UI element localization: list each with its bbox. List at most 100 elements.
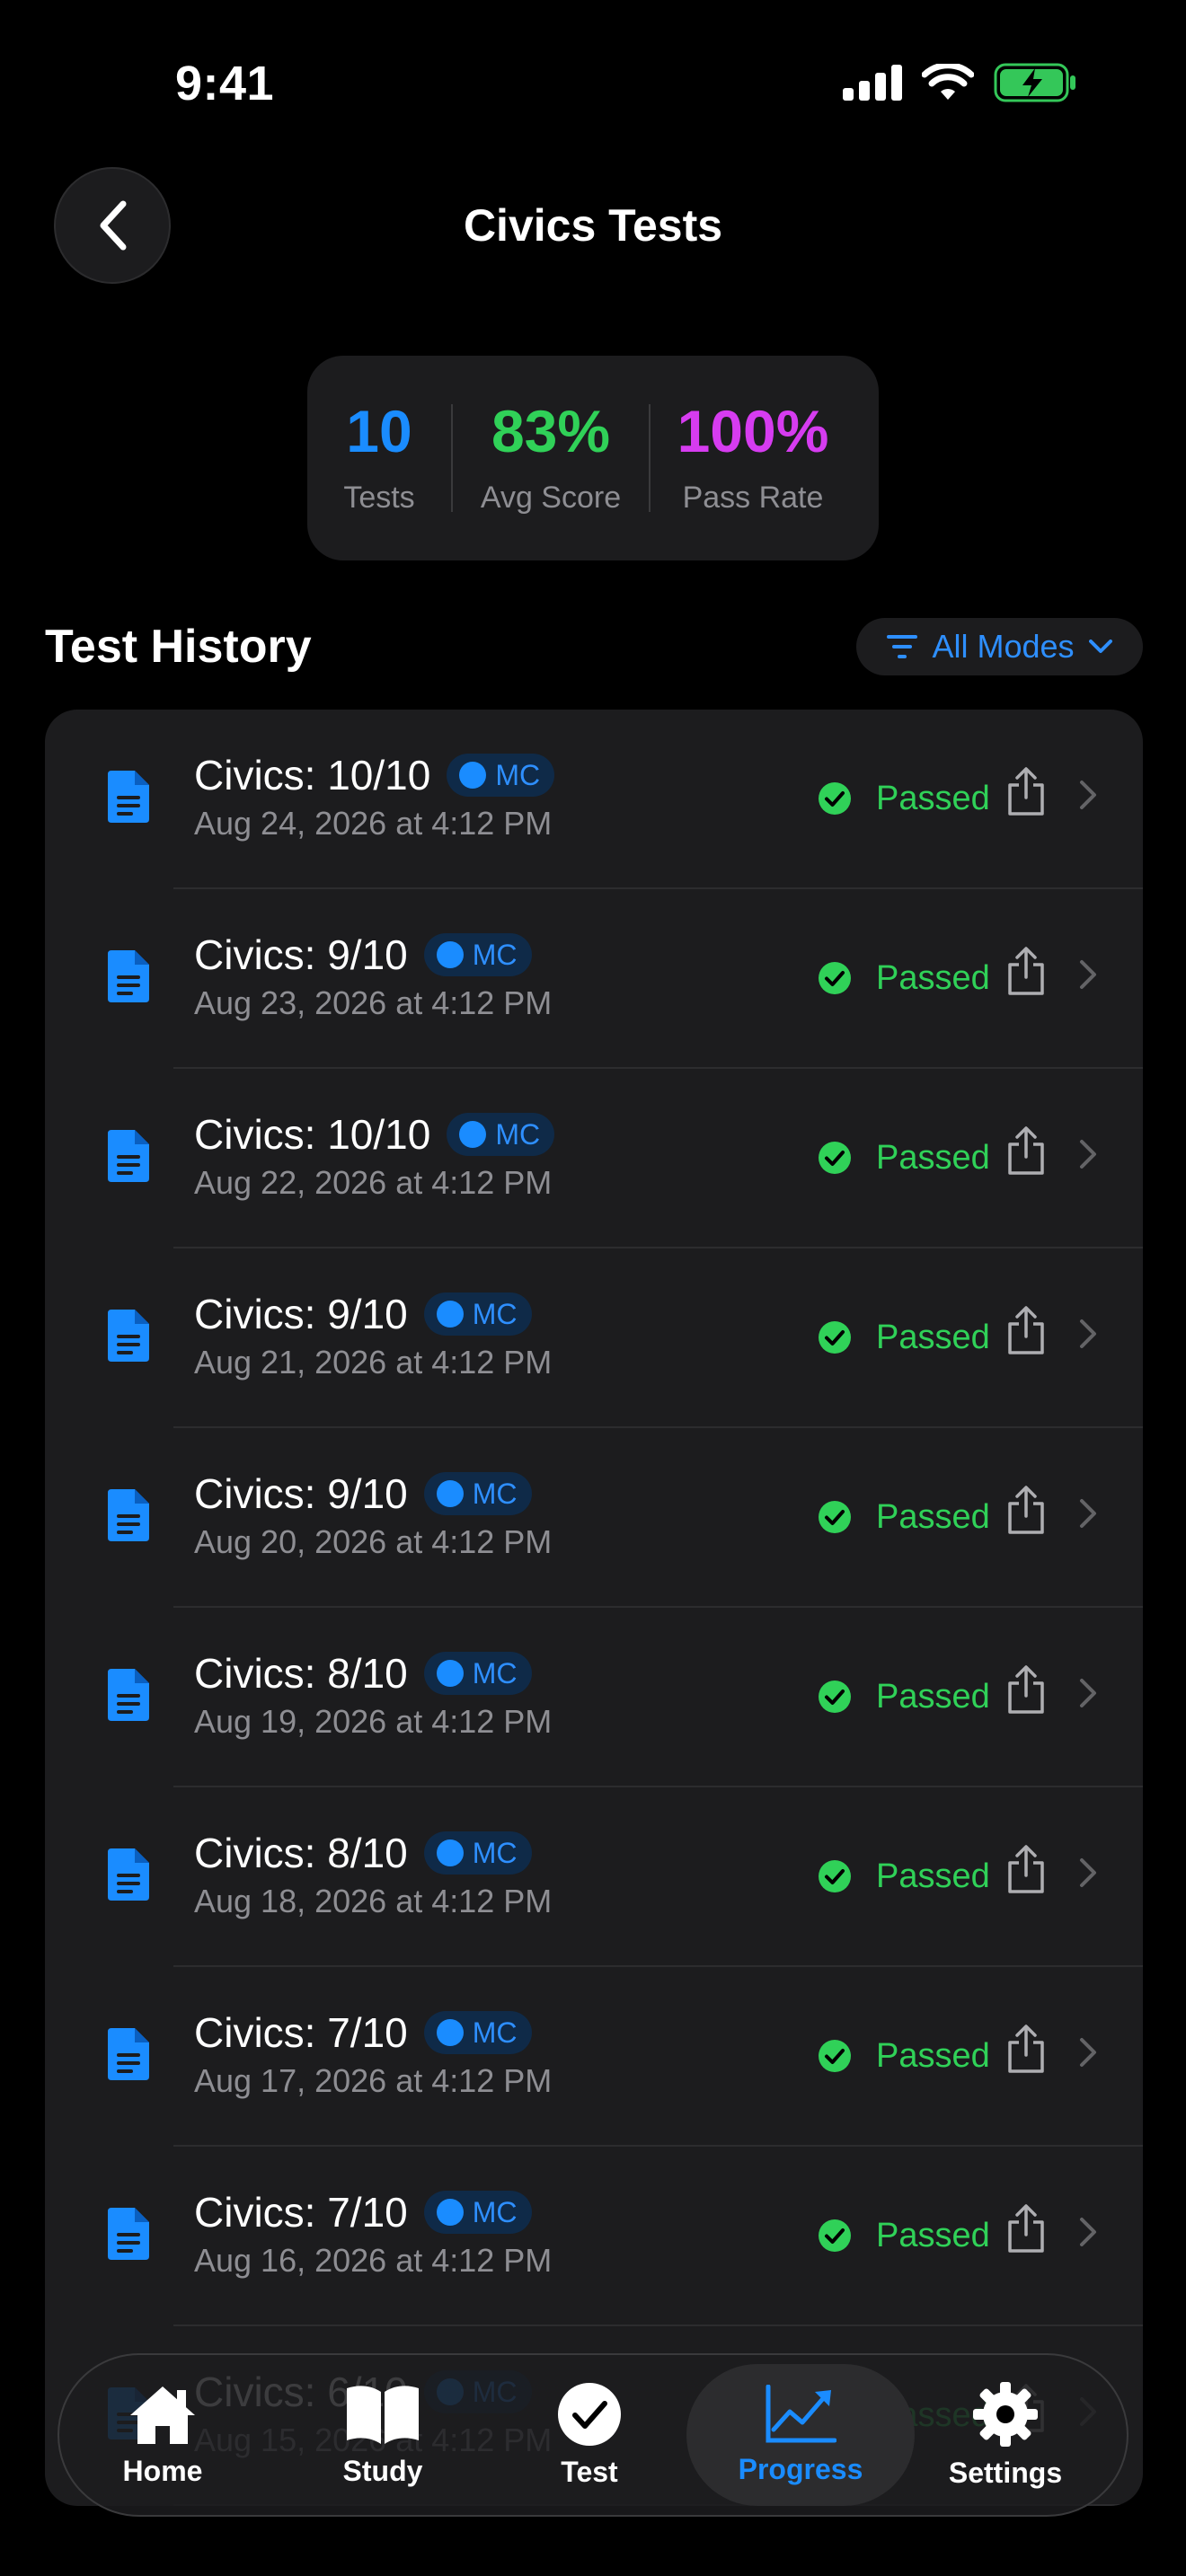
- history-row[interactable]: Civics: 9/10 MC Aug 23, 2026 at 4:12 PM …: [45, 889, 1143, 1069]
- mode-dot-icon: [436, 2019, 464, 2046]
- checkmark-circle-icon: [819, 1860, 851, 1892]
- stat-label: Tests: [343, 480, 415, 515]
- share-icon[interactable]: [1006, 1665, 1046, 1716]
- row-title: Civics: 7/10: [194, 2009, 408, 2056]
- document-icon: [108, 2028, 149, 2080]
- row-title-line: Civics: 9/10 MC: [194, 1290, 532, 1338]
- checkmark-circle-icon: [819, 1321, 851, 1354]
- chevron-right-icon: [1080, 1679, 1096, 1707]
- row-date: Aug 18, 2026 at 4:12 PM: [194, 1883, 553, 1919]
- share-icon[interactable]: [1006, 1126, 1046, 1177]
- row-title-line: Civics: 7/10 MC: [194, 2008, 532, 2057]
- history-row[interactable]: Civics: 9/10 MC Aug 21, 2026 at 4:12 PM …: [45, 1248, 1143, 1428]
- stat-avg-score: 83% Avg Score: [453, 356, 649, 560]
- share-icon[interactable]: [1006, 2204, 1046, 2254]
- row-date: Aug 22, 2026 at 4:12 PM: [194, 1164, 553, 1201]
- history-row[interactable]: Civics: 9/10 MC Aug 20, 2026 at 4:12 PM …: [45, 1428, 1143, 1608]
- stat-label: Avg Score: [480, 480, 622, 515]
- checkmark-circle-icon: [819, 1501, 851, 1533]
- row-status: Passed: [876, 1857, 990, 1895]
- tab-bar: Home Study Test Progress Settings: [58, 2353, 1128, 2517]
- mode-dot-icon: [459, 762, 487, 789]
- document-icon: [108, 1669, 149, 1721]
- mode-dot-icon: [436, 1839, 464, 1866]
- document-icon: [108, 1130, 149, 1182]
- book-icon: [347, 2385, 419, 2444]
- mode-badge: MC: [423, 1472, 532, 1515]
- gear-icon: [973, 2381, 1038, 2447]
- stat-value: 10: [346, 397, 412, 464]
- cellular-signal-icon: [843, 65, 902, 101]
- history-row[interactable]: Civics: 7/10 MC Aug 16, 2026 at 4:12 PM …: [45, 2147, 1143, 2326]
- mode-badge: MC: [423, 2011, 532, 2054]
- share-icon[interactable]: [1006, 1486, 1046, 1536]
- tab-study[interactable]: Study: [315, 2355, 450, 2515]
- row-title-line: Civics: 10/10 MC: [194, 751, 555, 799]
- mode-filter-button[interactable]: All Modes: [856, 618, 1143, 675]
- tab-label: Test: [561, 2455, 618, 2488]
- chevron-right-icon: [1080, 1499, 1096, 1528]
- history-row[interactable]: Civics: 8/10 MC Aug 19, 2026 at 4:12 PM …: [45, 1608, 1143, 1787]
- tab-label: Settings: [948, 2456, 1063, 2489]
- mode-dot-icon: [436, 1480, 464, 1507]
- row-date: Aug 23, 2026 at 4:12 PM: [194, 984, 553, 1021]
- checkmark-circle-icon: [819, 2040, 851, 2072]
- row-status: Passed: [876, 2217, 990, 2254]
- row-status: Passed: [876, 1498, 990, 1536]
- share-icon[interactable]: [1006, 947, 1046, 997]
- mode-label: MC: [472, 1656, 518, 1689]
- share-icon[interactable]: [1006, 2025, 1046, 2075]
- row-title: Civics: 7/10: [194, 2189, 408, 2236]
- row-title-line: Civics: 8/10 MC: [194, 1829, 532, 1877]
- share-icon[interactable]: [1006, 767, 1046, 817]
- row-date: Aug 24, 2026 at 4:12 PM: [194, 805, 553, 842]
- share-icon[interactable]: [1006, 1306, 1046, 1356]
- filter-icon: [887, 635, 918, 658]
- wifi-icon: [922, 64, 974, 100]
- row-status: Passed: [876, 959, 990, 997]
- history-row[interactable]: Civics: 8/10 MC Aug 18, 2026 at 4:12 PM …: [45, 1787, 1143, 1967]
- checkmark-circle-icon: [819, 2219, 851, 2252]
- checkmark-circle-icon: [819, 1142, 851, 1174]
- share-icon[interactable]: [1006, 1845, 1046, 1895]
- row-status: Passed: [876, 1319, 990, 1356]
- mode-badge: MC: [447, 754, 555, 797]
- mode-badge: MC: [423, 1292, 532, 1336]
- stat-value: 100%: [677, 397, 829, 464]
- mode-label: MC: [472, 1477, 518, 1510]
- tab-label: Progress: [738, 2452, 863, 2485]
- row-status: Passed: [876, 1678, 990, 1716]
- mode-label: MC: [472, 2016, 518, 2049]
- status-time: 9:41: [175, 57, 275, 110]
- history-row[interactable]: Civics: 10/10 MC Aug 22, 2026 at 4:12 PM…: [45, 1069, 1143, 1248]
- mode-badge: MC: [423, 1831, 532, 1875]
- history-row[interactable]: Civics: 7/10 MC Aug 17, 2026 at 4:12 PM …: [45, 1967, 1143, 2147]
- history-row[interactable]: Civics: 10/10 MC Aug 24, 2026 at 4:12 PM…: [45, 710, 1143, 889]
- document-icon: [108, 950, 149, 1002]
- row-title: Civics: 9/10: [194, 931, 408, 978]
- battery-charging-icon: [994, 63, 1075, 102]
- tab-progress[interactable]: Progress: [686, 2364, 915, 2506]
- stat-tests: 10 Tests: [307, 356, 451, 560]
- chevron-right-icon: [1080, 1319, 1096, 1348]
- document-icon: [108, 2208, 149, 2260]
- mode-label: MC: [495, 758, 541, 791]
- document-icon: [108, 1848, 149, 1901]
- tab-label: Study: [342, 2454, 423, 2487]
- mode-label: MC: [472, 2195, 518, 2228]
- tab-settings[interactable]: Settings: [938, 2355, 1073, 2515]
- chevron-right-icon: [1080, 960, 1096, 989]
- stat-value: 83%: [491, 397, 611, 464]
- mode-dot-icon: [436, 1660, 464, 1687]
- mode-dot-icon: [459, 1121, 487, 1148]
- test-history-list: Civics: 10/10 MC Aug 24, 2026 at 4:12 PM…: [45, 710, 1143, 2506]
- row-title: Civics: 9/10: [194, 1470, 408, 1517]
- mode-dot-icon: [436, 941, 464, 968]
- row-title-line: Civics: 9/10 MC: [194, 931, 532, 979]
- row-title: Civics: 10/10: [194, 1111, 431, 1158]
- mode-badge: MC: [447, 1113, 555, 1156]
- tab-home[interactable]: Home: [95, 2355, 230, 2515]
- house-icon: [130, 2386, 195, 2444]
- tab-test[interactable]: Test: [522, 2355, 657, 2515]
- row-date: Aug 16, 2026 at 4:12 PM: [194, 2242, 553, 2279]
